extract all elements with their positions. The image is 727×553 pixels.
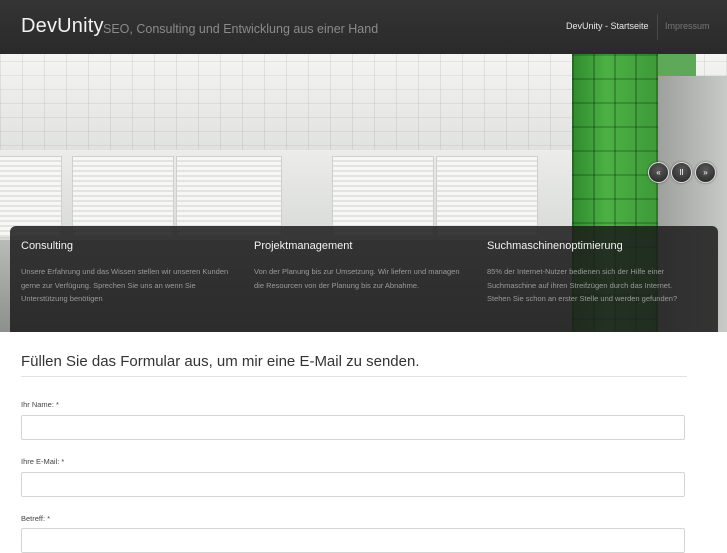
nav-link-impressum[interactable]: Impressum: [665, 21, 710, 31]
name-field[interactable]: [21, 415, 685, 440]
fast-forward-icon[interactable]: »: [695, 162, 716, 183]
subject-label: Betreff: *: [21, 514, 51, 523]
feature-text: Unsere Erfahrung und das Wissen stellen …: [21, 267, 229, 303]
feature-text: Von der Planung bis zur Umsetzung. Wir l…: [254, 267, 460, 290]
rewind-icon[interactable]: «: [648, 162, 669, 183]
subject-field[interactable]: [21, 528, 685, 553]
site-header: DevUnity SEO, Consulting und Entwicklung…: [0, 0, 727, 54]
form-title: Füllen Sie das Formular aus, um mir eine…: [21, 353, 420, 370]
name-label: Ihr Name: *: [21, 400, 59, 409]
nav-link-home[interactable]: DevUnity - Startseite: [566, 21, 649, 31]
feature-title: Projektmanagement: [254, 240, 353, 252]
email-field[interactable]: [21, 472, 685, 497]
feature-projektmanagement: Projektmanagement Von der Planung bis zu…: [254, 240, 464, 292]
feature-title: Suchmaschinenoptimierung: [487, 240, 623, 252]
site-tagline: SEO, Consulting und Entwicklung aus eine…: [103, 22, 379, 36]
nav-divider: [657, 14, 658, 40]
site-logo[interactable]: DevUnity: [21, 15, 104, 38]
form-divider: [21, 376, 687, 377]
feature-consulting: Consulting Unsere Erfahrung und das Wiss…: [21, 240, 231, 306]
feature-title: Consulting: [21, 240, 73, 252]
feature-seo: Suchmaschinenoptimierung 85% der Interne…: [487, 240, 697, 306]
slide-image-green-top: [652, 54, 696, 76]
email-label: Ihre E-Mail: *: [21, 457, 65, 466]
hero-slider: « II » Consulting Unsere Erfahrung und d…: [0, 54, 727, 332]
feature-text: 85% der Internet-Nutzer bedienen sich de…: [487, 267, 678, 303]
pause-icon[interactable]: II: [671, 162, 692, 183]
features-panel: Consulting Unsere Erfahrung und das Wiss…: [10, 226, 718, 332]
